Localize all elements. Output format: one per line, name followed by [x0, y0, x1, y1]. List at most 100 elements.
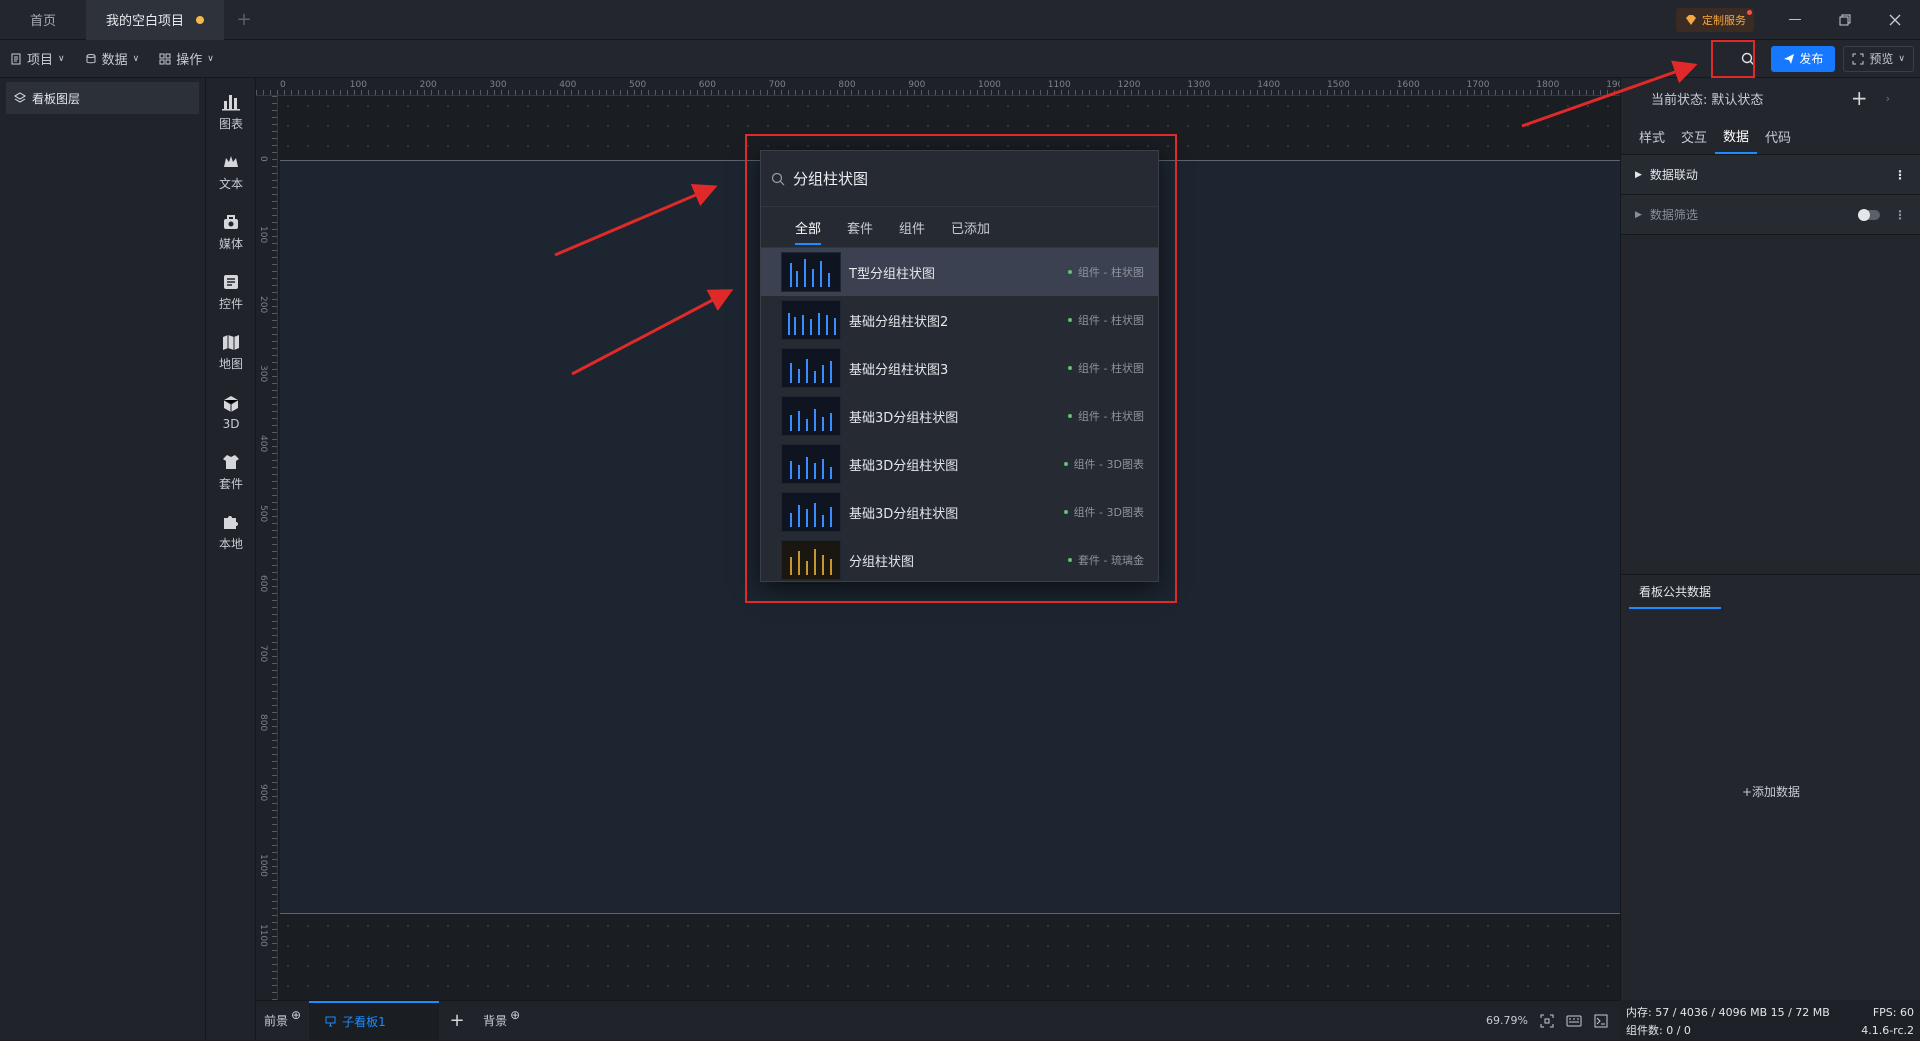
- close-icon: [1889, 14, 1901, 25]
- publish-button[interactable]: 发布: [1771, 45, 1836, 72]
- database-icon: [86, 53, 96, 63]
- filter-toggle[interactable]: [1858, 208, 1880, 221]
- tab-project[interactable]: 我的空白项目: [86, 0, 225, 40]
- chevron-down-icon: ∨: [58, 53, 65, 64]
- menu-project[interactable]: 项目 ∨: [0, 40, 75, 78]
- category-3d[interactable]: 3D: [206, 382, 256, 442]
- ruler-tick-label: 1000: [978, 80, 1001, 90]
- category-suite-label: 套件: [218, 477, 243, 491]
- preview-button[interactable]: 预览 ∨: [1843, 45, 1914, 72]
- category-local-label: 本地: [218, 537, 243, 551]
- category-text[interactable]: 文本: [206, 142, 256, 202]
- zoom-level[interactable]: 69.79%: [1486, 1014, 1528, 1027]
- annotation-highlight-search-button: [1711, 40, 1755, 78]
- subboard-tab[interactable]: 子看板1: [309, 1000, 440, 1041]
- ruler-tick-label: 800: [838, 80, 856, 90]
- ruler-tick-label: 1400: [1257, 80, 1281, 90]
- chevron-right-icon[interactable]: ›: [1886, 92, 1890, 105]
- more-icon[interactable]: ⋮: [1894, 208, 1906, 222]
- section-data-linkage-label: 数据联动: [1649, 168, 1698, 182]
- menu-operate[interactable]: 操作 ∨: [149, 40, 224, 78]
- layers-panel: 看板图层: [0, 78, 206, 1040]
- background-tab[interactable]: 背景 ⊕: [475, 1001, 528, 1041]
- section-data-filter[interactable]: ▶ 数据筛选 ⋮: [1621, 195, 1920, 235]
- fps-status: FPS: 60: [1872, 1005, 1914, 1019]
- ruler-tick-label: 1700: [1466, 80, 1490, 90]
- ruler-tick-label: 100: [258, 225, 268, 243]
- minimize-button[interactable]: —: [1770, 12, 1820, 27]
- diamond-icon: [1686, 14, 1696, 25]
- annotation-highlight-search-popup: [745, 134, 1177, 603]
- unsaved-indicator: [196, 15, 205, 24]
- map-icon: [223, 335, 239, 350]
- status-bar: 内存: 57 / 4036 / 4096 MB 15 / 72 MB FPS: 6…: [1620, 1000, 1920, 1040]
- category-chart[interactable]: 图表: [206, 82, 256, 142]
- subboard-label: 子看板1: [342, 1015, 386, 1029]
- layers-title: 看板图层: [32, 91, 81, 106]
- terminal-icon[interactable]: [1594, 1014, 1608, 1028]
- custom-service-button[interactable]: 定制服务: [1676, 7, 1754, 32]
- send-icon: [1784, 53, 1795, 64]
- add-data-button[interactable]: +添加数据: [1621, 783, 1920, 800]
- caret-right-icon: ▶: [1635, 209, 1642, 220]
- chevron-down-icon: ∨: [207, 53, 214, 64]
- fit-screen-icon[interactable]: [1540, 1014, 1554, 1028]
- bottom-bar: 前景 ⊕ 子看板1 + 背景 ⊕ 69.79%: [256, 1000, 1620, 1041]
- category-control[interactable]: 控件: [206, 262, 256, 322]
- category-map[interactable]: 地图: [206, 322, 256, 382]
- ruler-tick-label: 0: [280, 80, 286, 90]
- ruler-tick-label: 500: [258, 505, 268, 523]
- ruler-tick-label: 1500: [1327, 80, 1350, 90]
- tab-interaction[interactable]: 交互: [1673, 118, 1715, 154]
- suite-icon: [223, 455, 239, 469]
- layers-header[interactable]: 看板图层: [6, 82, 199, 114]
- add-subboard-button[interactable]: +: [439, 1010, 475, 1031]
- category-control-label: 控件: [218, 297, 243, 311]
- tab-home[interactable]: 首页: [0, 0, 86, 40]
- ruler-minor-ticks: [272, 96, 277, 1000]
- menu-project-label: 项目: [27, 53, 54, 68]
- category-map-label: 地图: [218, 357, 243, 371]
- media-icon: [224, 215, 238, 229]
- keyboard-icon[interactable]: [1566, 1015, 1582, 1027]
- chevron-down-icon: ∨: [1898, 53, 1905, 64]
- ruler-tick-label: 1000: [258, 854, 268, 877]
- tab-data[interactable]: 数据: [1715, 118, 1758, 154]
- public-data-tab[interactable]: 看板公共数据: [1629, 575, 1722, 609]
- tab-home-label: 首页: [30, 14, 57, 29]
- section-data-linkage[interactable]: ▶ 数据联动 ⋮: [1621, 155, 1920, 195]
- category-3d-label: 3D: [222, 416, 240, 431]
- add-state-button[interactable]: +: [1851, 86, 1868, 110]
- ruler-tick-label: 1800: [1536, 80, 1560, 90]
- menu-data[interactable]: 数据 ∨: [75, 40, 150, 78]
- puzzle-icon: [224, 516, 238, 529]
- foreground-tab[interactable]: 前景 ⊕: [256, 1001, 309, 1041]
- category-local[interactable]: 本地: [206, 502, 256, 562]
- memory-status: 内存: 57 / 4036 / 4096 MB 15 / 72 MB: [1626, 1006, 1830, 1019]
- title-bar: 首页 我的空白项目 + 定制服务 —: [0, 0, 1920, 40]
- ruler-tick-label: 700: [768, 80, 786, 90]
- close-button[interactable]: [1870, 14, 1920, 26]
- ruler-tick-label: 1100: [258, 923, 268, 947]
- ruler-tick-label: 300: [489, 80, 507, 90]
- custom-service-label: 定制服务: [1702, 13, 1746, 27]
- state-value[interactable]: 默认状态: [1711, 89, 1763, 108]
- tab-code[interactable]: 代码: [1757, 118, 1799, 154]
- cube-icon: [223, 395, 239, 412]
- caret-right-icon: ▶: [1635, 169, 1642, 180]
- ruler-tick-label: 400: [258, 435, 268, 453]
- grid-icon: [159, 53, 171, 64]
- add-circle-icon[interactable]: ⊕: [510, 1008, 520, 1022]
- ruler-tick-label: 900: [258, 784, 268, 802]
- category-media[interactable]: 媒体: [206, 202, 256, 262]
- category-suite[interactable]: 套件: [206, 442, 256, 502]
- add-circle-icon[interactable]: ⊕: [291, 1008, 301, 1022]
- ruler-tick-label: 300: [258, 365, 268, 383]
- chevron-down-icon: ∨: [132, 53, 140, 64]
- more-icon[interactable]: ⋮: [1894, 168, 1906, 182]
- tab-style[interactable]: 样式: [1631, 118, 1673, 154]
- component-count: 组件数: 0 / 0: [1626, 1024, 1691, 1037]
- add-tab-button[interactable]: +: [224, 9, 264, 30]
- restore-button[interactable]: [1820, 14, 1870, 26]
- ruler-tick-label: 400: [559, 80, 577, 90]
